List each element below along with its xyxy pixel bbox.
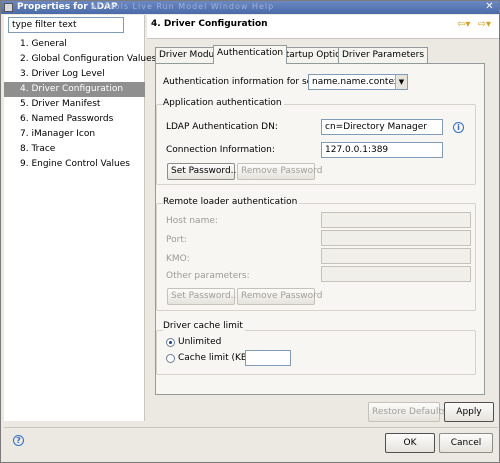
nav-item[interactable]: 6. Named Passwords (4, 112, 145, 127)
app-auth-title: Application authentication (163, 98, 284, 108)
back-arrow-icon[interactable]: ⇦▾ (457, 19, 470, 30)
nav-item[interactable]: 2. Global Configuration Values (4, 52, 156, 67)
port-field[interactable] (321, 230, 471, 246)
dn-label: LDAP Authentication DN: (166, 122, 278, 132)
cache-title: Driver cache limit (163, 321, 245, 331)
close-icon[interactable]: ✕ (484, 2, 495, 13)
cache-limit-field[interactable] (245, 350, 291, 366)
host-label: Host name: (166, 216, 218, 226)
nav-item[interactable]: 9. Engine Control Values (4, 157, 145, 172)
restore-defaults-button[interactable]: Restore Defaults (368, 402, 447, 422)
unlimited-radio[interactable] (166, 338, 175, 347)
nav-item[interactable]: 3. Driver Log Level (4, 67, 145, 82)
kmo-field[interactable] (321, 248, 471, 264)
remote-set-password-button[interactable]: Set Password... (167, 288, 239, 305)
cache-limit-radio[interactable] (166, 354, 175, 363)
kmo-label: KMO: (166, 254, 190, 264)
divider (4, 427, 498, 428)
port-label: Port: (166, 235, 187, 245)
connection-label: Connection Information: (166, 145, 275, 155)
filter-input[interactable]: type filter text (8, 17, 124, 33)
title-bar[interactable]: Properties for LDAP ef Tools Live Run Mo… (1, 1, 499, 14)
host-field[interactable] (321, 212, 471, 228)
set-password-button[interactable]: Set Password... (167, 163, 239, 180)
remove-password-button[interactable]: Remove Password (237, 163, 322, 180)
cache-limit-label: Cache limit (KB): (178, 353, 254, 363)
forward-arrow-icon[interactable]: ⇨▾ (478, 19, 491, 30)
info-icon[interactable]: i (453, 122, 464, 133)
tab-authentication[interactable]: Authentication (213, 45, 288, 64)
page-header: 4. Driver Configuration ⇦▾ ⇨▾ (147, 15, 499, 39)
history-arrows: ⇦▾ ⇨▾ (457, 19, 495, 30)
help-icon[interactable]: ? (13, 435, 24, 446)
cancel-button[interactable]: Cancel (439, 433, 493, 453)
chevron-down-icon[interactable]: ▼ (395, 75, 407, 89)
remote-remove-password-button[interactable]: Remove Password (237, 288, 322, 305)
other-params-label: Other parameters: (166, 271, 250, 281)
window-icon (4, 3, 13, 12)
dn-field[interactable]: cn=Directory Manager (321, 119, 443, 135)
nav-item[interactable]: 5. Driver Manifest (4, 97, 145, 112)
server-select-value: name.name.context (312, 77, 403, 87)
server-select[interactable]: name.name.context ▼ (308, 74, 408, 90)
property-page-list: 1. General 2. Global Configuration Values… (4, 37, 156, 172)
background-menu-text: ef Tools Live Run Model Window Help (91, 2, 275, 11)
tab-driver-parameters[interactable]: Driver Parameters (338, 47, 429, 63)
nav-item[interactable]: 1. General (4, 37, 145, 52)
ok-button[interactable]: OK (385, 433, 435, 453)
nav-item[interactable]: 7. iManager Icon (4, 127, 145, 142)
apply-button[interactable]: Apply (444, 402, 494, 422)
other-params-field[interactable] (321, 266, 471, 282)
left-panel: type filter text 1. General 2. Global Con… (4, 15, 156, 421)
properties-dialog: Properties for LDAP ef Tools Live Run Mo… (0, 0, 500, 463)
remote-auth-title: Remote loader authentication (163, 197, 300, 207)
nav-item[interactable]: 4. Driver Configuration (4, 82, 145, 97)
nav-item[interactable]: 8. Trace (4, 142, 145, 157)
connection-field[interactable]: 127.0.0.1:389 (321, 142, 443, 158)
page-title: 4. Driver Configuration (151, 19, 268, 29)
unlimited-label: Unlimited (178, 337, 222, 347)
